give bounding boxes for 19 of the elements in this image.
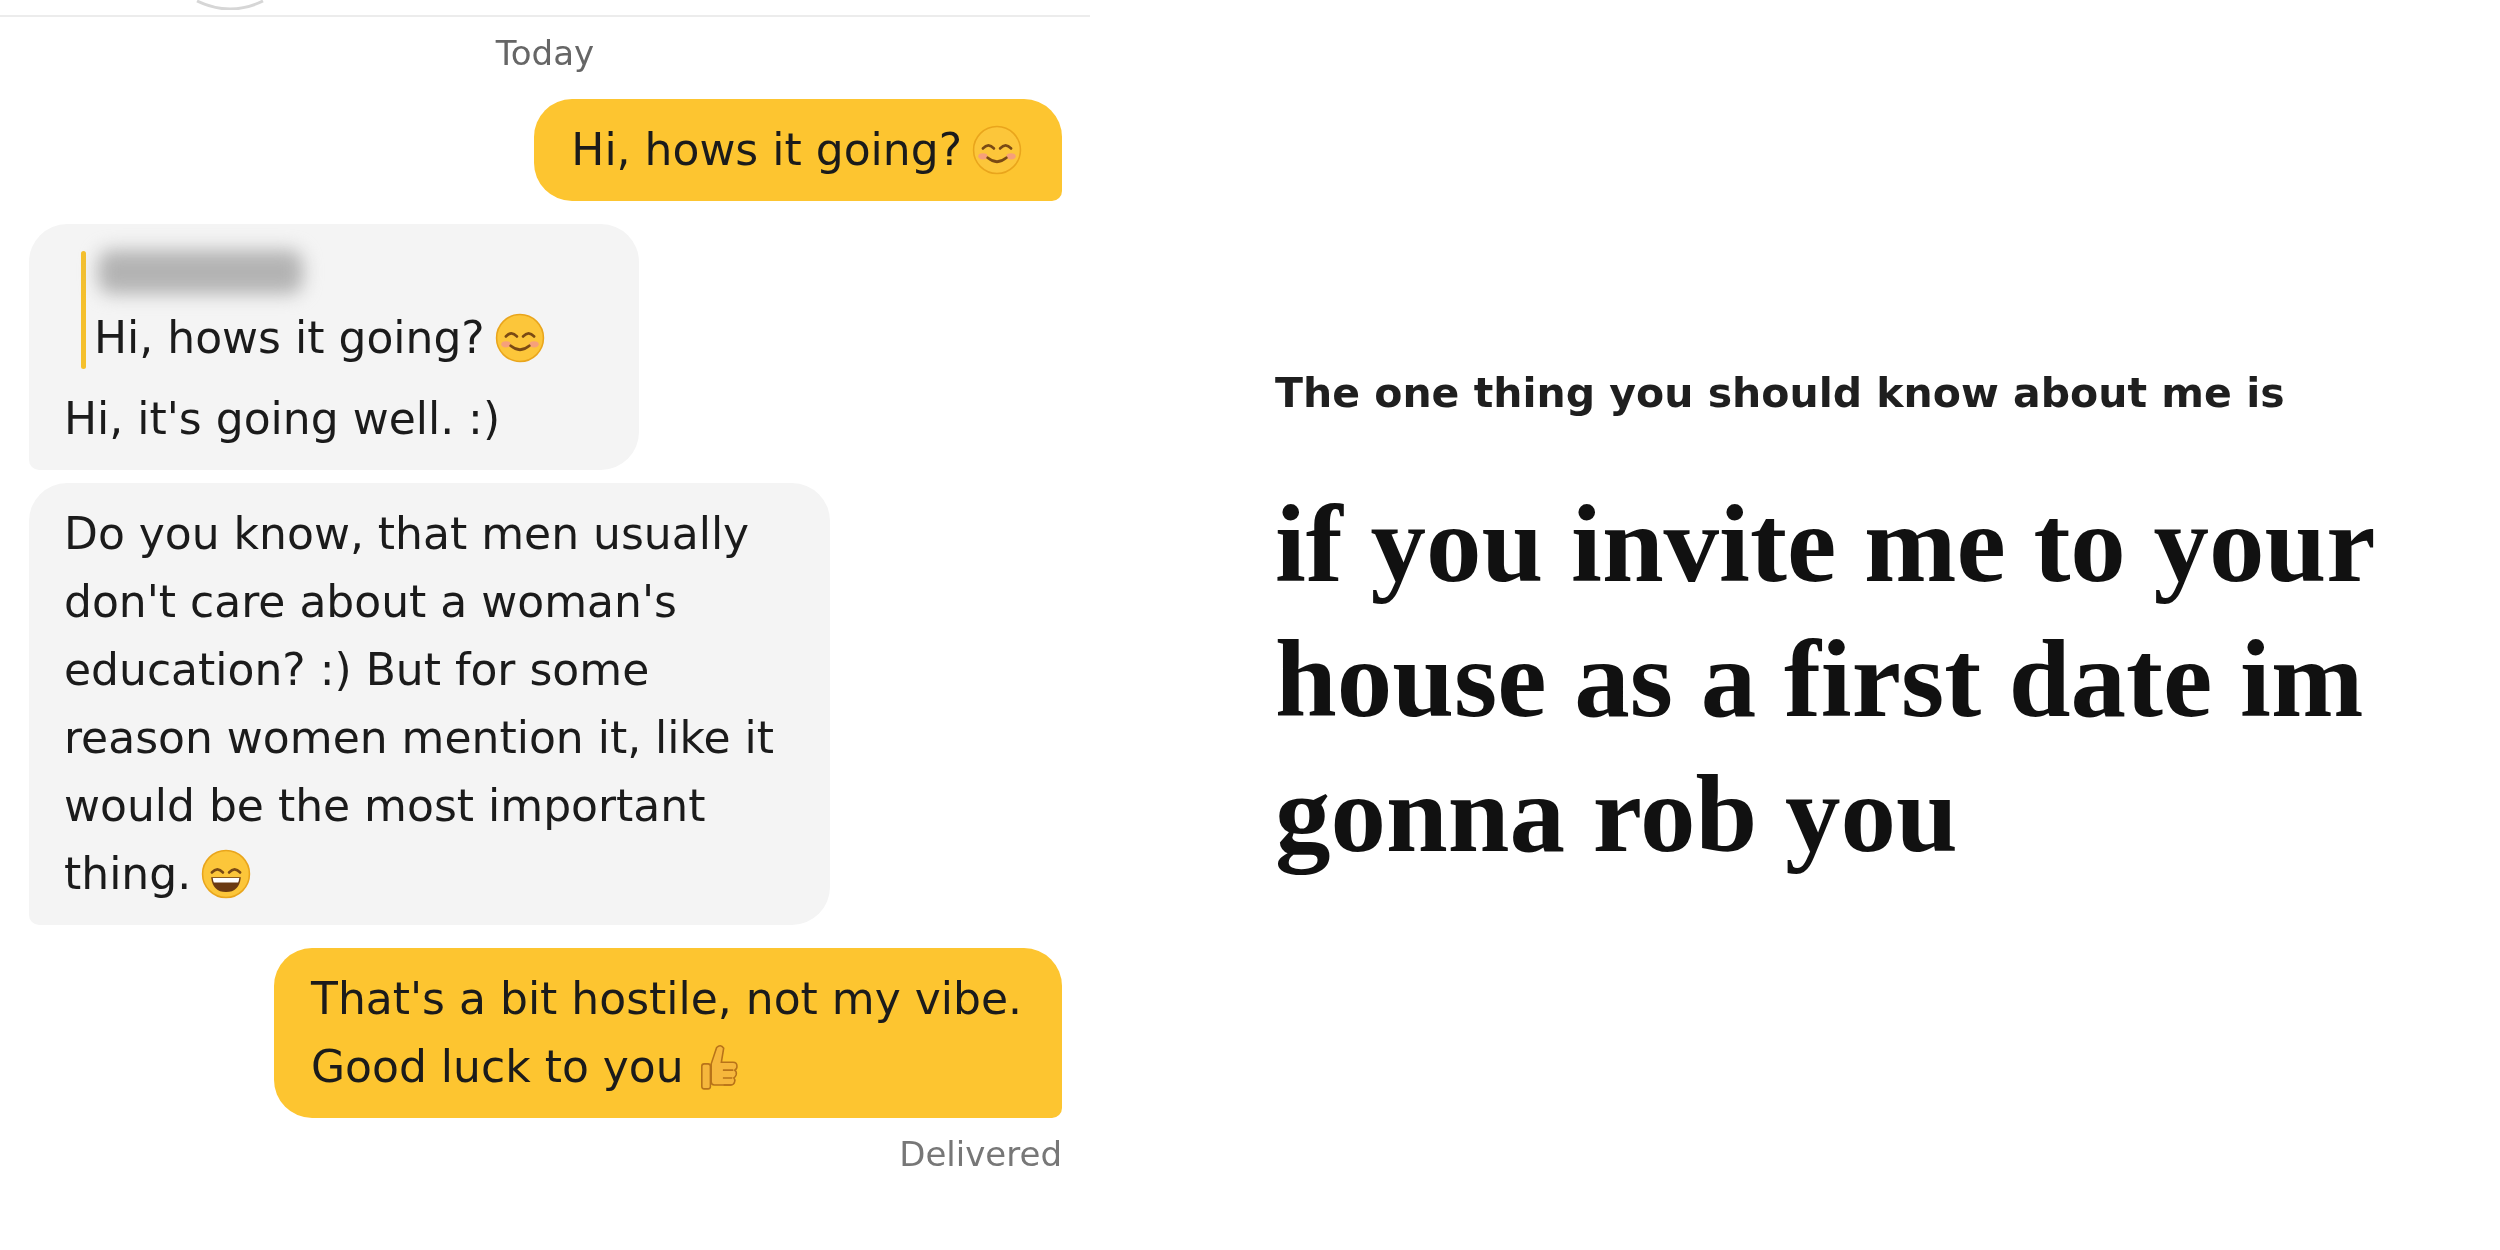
message-text: thing. [64,848,192,899]
avatar-outline [195,0,265,10]
message-text: Hi, it's going well. :) [64,393,501,444]
message-text: don't care about a woman's [64,576,677,627]
message-text: That's a bit hostile, not my vibe. [311,973,1022,1024]
prompt-answer: if you invite me to your house as a first date im gonna rob you [1275,481,2375,877]
smiling-face-icon [972,125,1022,175]
message-text: Hi, hows it going? [571,124,962,175]
message-text: would be the most important [64,780,706,831]
message-text: reason women mention it, like it [64,712,774,763]
quoted-text: Hi, hows it going? [94,312,485,363]
delivery-status: Delivered [899,1134,1062,1174]
date-label: Today [495,33,595,73]
grinning-face-icon [201,849,252,899]
message-text: Good luck to you [311,1041,684,1092]
prompt-question: The one thing you should know about me is [1275,369,2285,417]
smiling-face-icon [494,313,545,363]
message-text: Do you know, that men usually [64,508,750,559]
message-text: education? :) But for some [64,644,650,695]
